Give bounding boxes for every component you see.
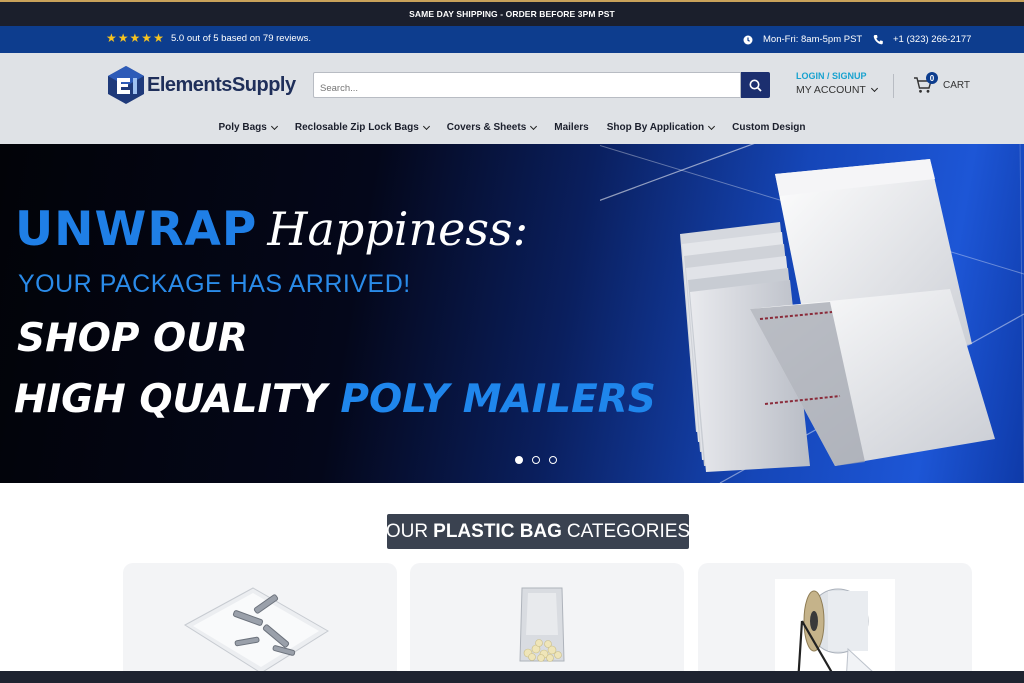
cart-count-badge: 0 [926,72,938,84]
carousel-dot-1[interactable] [515,456,523,464]
nav-item-covers-sheets[interactable]: Covers & Sheets [446,122,538,133]
hours-text: Mon-Fri: 8am-5pm PST [763,34,863,45]
nav-item-custom-design[interactable]: Custom Design [732,122,805,133]
chevron-down-icon [870,84,878,93]
hero-unwrap: UNWRAP [15,202,258,257]
announcement-bar: SAME DAY SHIPPING - ORDER BEFORE 3PM PST [0,0,1024,26]
hero-subheadline: YOUR PACKAGE HAS ARRIVED! [18,270,411,298]
categories-heading-post: CATEGORIES [566,520,691,542]
nav-item-mailers[interactable]: Mailers [554,122,588,133]
nav-label: Shop By Application [606,122,705,133]
clock-icon [743,35,753,44]
main-nav: Poly Bags Reclosable Zip Lock Bags Cover… [0,122,1024,133]
login-signup-link[interactable]: LOGIN / SIGNUP [796,71,867,81]
categories-heading-bold: PLASTIC BAG [433,520,562,542]
star-icon: ★ [117,31,129,45]
categories-heading: OUR PLASTIC BAG CATEGORIES [385,514,691,549]
info-bar: ★ ★ ★ ★ ★ 5.0 out of 5 based on 79 reviews. … [0,26,1024,53]
hero-mailers-image [600,144,1024,483]
search-button[interactable] [741,72,770,98]
nav-label: Covers & Sheets [446,122,527,133]
brand-name[interactable]: ElementsSupply [147,74,296,97]
hero-high-quality: HIGH QUALITY [14,377,327,422]
categories-heading-pre: OUR [385,520,429,542]
chevron-down-icon [708,122,716,130]
chevron-down-icon [422,122,430,130]
nav-label: Mailers [554,122,589,133]
os-taskbar [0,671,1024,683]
search-input[interactable] [313,72,741,98]
star-icon: ★ [106,31,117,45]
site-header: ElementsSupply LOGIN / SIGNUP MY ACCOUNT… [0,53,1024,144]
search-icon [749,79,762,92]
nav-label: Custom Design [732,122,806,133]
announcement-text: SAME DAY SHIPPING - ORDER BEFORE 3PM PST [409,9,615,19]
category-card-3[interactable] [698,563,972,683]
my-account-label: MY ACCOUNT [796,84,866,96]
nav-item-reclosable-zip-lock-bags[interactable]: Reclosable Zip Lock Bags [294,122,430,133]
phone-link[interactable]: +1 (323) 266-2177 [873,34,971,45]
hero-headline: UNWRAP Happiness: [15,202,528,257]
brand-logo[interactable]: ElementsSupply [106,65,296,105]
star-icon: ★ [129,31,141,45]
chevron-down-icon [530,122,538,130]
nav-label: Poly Bags [218,122,267,133]
category-card-1[interactable] [123,563,397,683]
rating-stars[interactable]: ★ ★ ★ ★ ★ [106,32,164,44]
logo-mark-icon [108,66,144,104]
nav-label: Reclosable Zip Lock Bags [294,122,419,133]
hero-happiness: Happiness: [267,202,529,256]
star-icon: ★ [153,31,164,45]
hero-banner[interactable]: UNWRAP Happiness: YOUR PACKAGE HAS ARRIVE… [0,144,1024,483]
bag-on-roll-image [775,579,895,683]
flat-poly-bag-image [184,587,329,674]
hero-poly-mailers: POLY MAILERS [340,377,656,422]
nav-item-poly-bags[interactable]: Poly Bags [218,122,278,133]
rating-text[interactable]: 5.0 out of 5 based on 79 reviews. [171,33,311,44]
gusseted-bag-image [519,587,565,662]
business-hours: Mon-Fri: 8am-5pm PST [743,34,862,45]
phone-text[interactable]: +1 (323) 266-2177 [893,34,971,45]
cart-label[interactable]: CART [943,80,970,91]
category-card-2[interactable] [410,563,684,683]
hero-shop-our: SHOP OUR [17,316,248,361]
star-icon: ★ [141,31,153,45]
cart-icon-wrap: 0 [913,72,938,94]
carousel-dot-3[interactable] [549,456,557,464]
phone-icon [873,35,883,45]
header-divider [893,74,894,98]
carousel-dots [515,456,557,464]
my-account-dropdown[interactable]: MY ACCOUNT [796,84,878,96]
nav-item-shop-by-application[interactable]: Shop By Application [606,122,716,133]
carousel-dot-2[interactable] [532,456,540,464]
hero-product-line: HIGH QUALITY POLY MAILERS [14,377,656,422]
cart-button[interactable]: 0 CART [913,72,970,94]
chevron-down-icon [270,122,278,130]
